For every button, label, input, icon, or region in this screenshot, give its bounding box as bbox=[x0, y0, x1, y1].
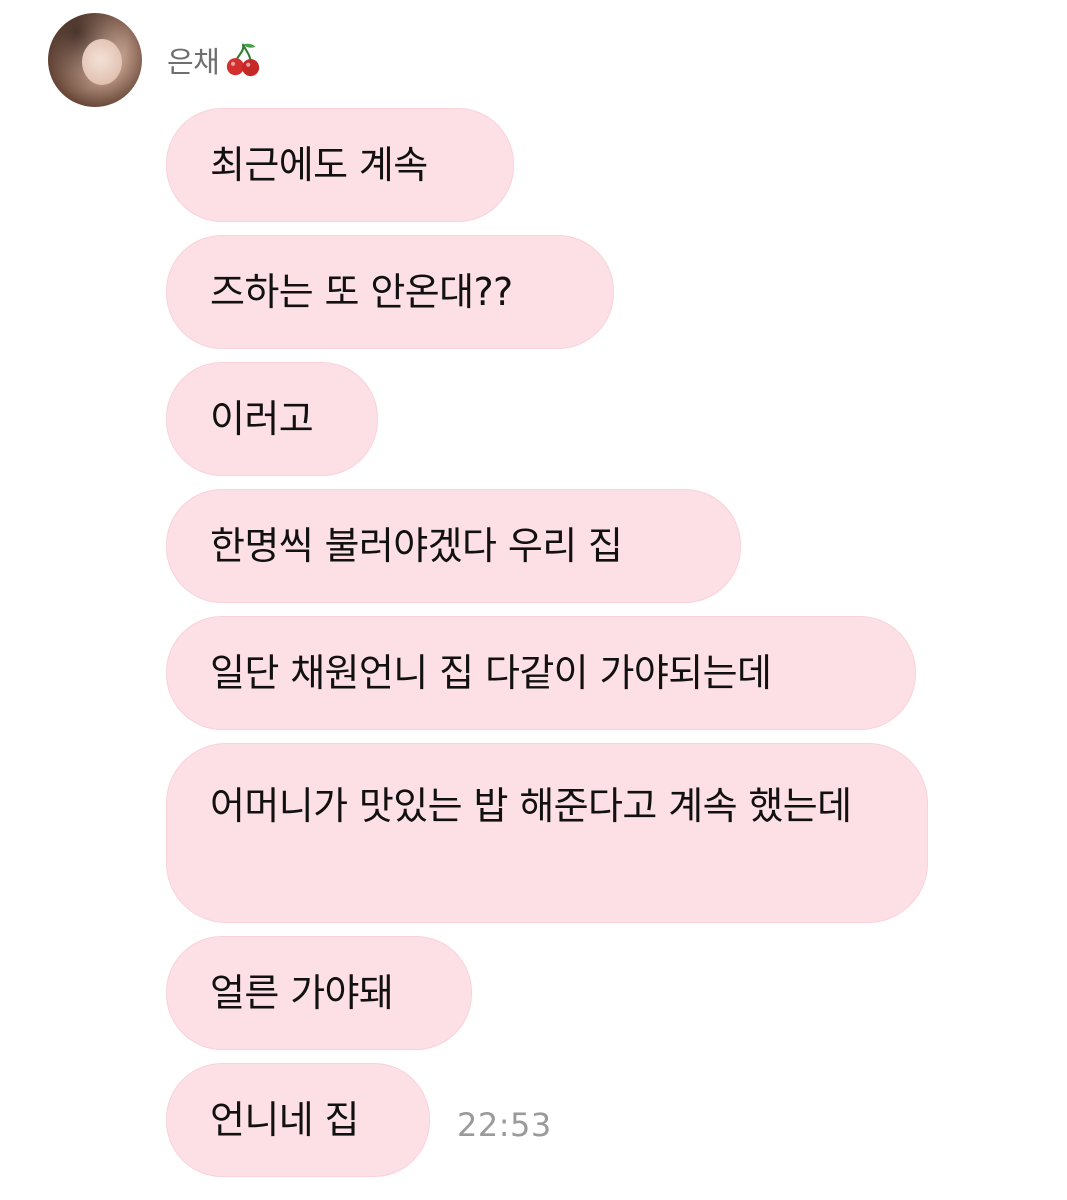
message-text: 언니네 집 bbox=[210, 1098, 360, 1142]
message-bubble[interactable]: 일단 채원언니 집 다같이 가야되는데 bbox=[166, 616, 916, 730]
message-bubble[interactable]: 이러고 bbox=[166, 362, 378, 476]
avatar-face bbox=[82, 39, 122, 85]
message-text: 최근에도 계속 bbox=[210, 143, 428, 187]
sender-header: 은채 bbox=[167, 38, 262, 82]
message-text: 얼른 가야돼 bbox=[210, 971, 394, 1015]
message-bubble[interactable]: 얼른 가야돼 bbox=[166, 936, 472, 1050]
message-bubble[interactable]: 한명씩 불러야겠다 우리 집 bbox=[166, 489, 741, 603]
message-text: 어머니가 맛있는 밥 해준다고 계속 했는데 bbox=[210, 784, 852, 828]
message-bubble[interactable]: 즈하는 또 안온대?? bbox=[166, 235, 614, 349]
message-bubble[interactable]: 언니네 집 bbox=[166, 1063, 430, 1177]
sender-name: 은채 bbox=[167, 45, 220, 79]
message-bubble[interactable]: 어머니가 맛있는 밥 해준다고 계속 했는데 bbox=[166, 743, 928, 923]
cherry-icon bbox=[227, 43, 260, 77]
message-bubble[interactable]: 최근에도 계속 bbox=[166, 108, 514, 222]
message-text: 이러고 bbox=[210, 397, 314, 441]
message-timestamp: 22:53 bbox=[457, 1106, 552, 1144]
sender-avatar[interactable] bbox=[48, 13, 142, 107]
message-text: 즈하는 또 안온대?? bbox=[210, 270, 513, 314]
message-text: 일단 채원언니 집 다같이 가야되는데 bbox=[210, 651, 772, 695]
message-text: 한명씩 불러야겠다 우리 집 bbox=[210, 524, 623, 568]
